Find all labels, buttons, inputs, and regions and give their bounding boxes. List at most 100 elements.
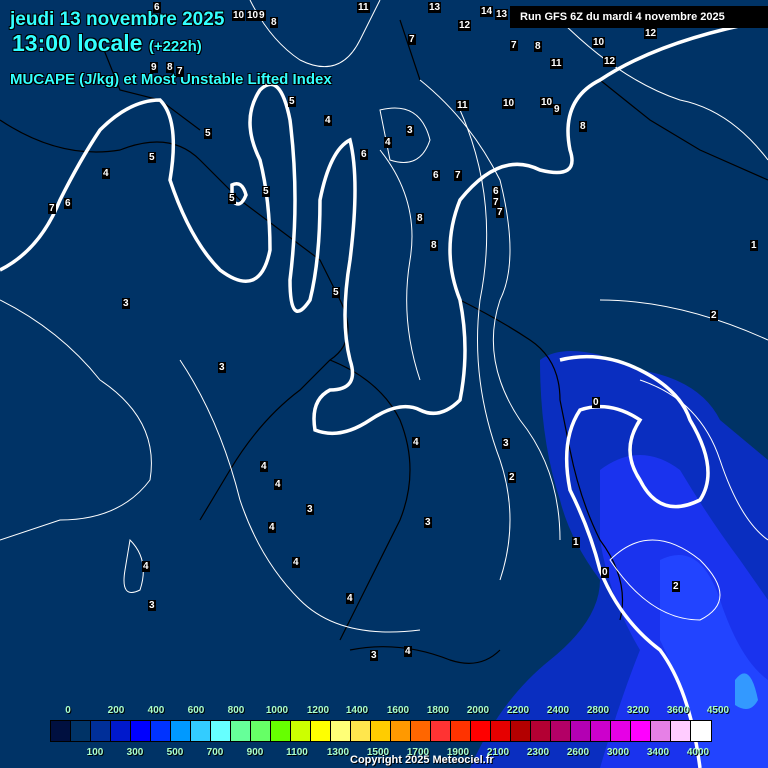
legend-label: 1000 (265, 705, 289, 716)
legend-label: 1400 (345, 705, 369, 716)
lifted-index-value: 7 (408, 34, 416, 45)
color-scale-legend (50, 720, 712, 742)
lifted-index-value: 5 (148, 152, 156, 163)
lifted-index-value: 3 (424, 517, 432, 528)
lifted-index-value: 13 (428, 2, 442, 13)
lifted-index-value: 3 (122, 298, 130, 309)
legend-swatch (691, 721, 711, 741)
legend-swatch (611, 721, 631, 741)
lifted-index-value: 6 (360, 149, 368, 160)
lifted-index-value: 5 (288, 96, 296, 107)
lifted-index-value: 9 (150, 62, 158, 73)
lifted-index-value: 5 (262, 186, 270, 197)
lifted-index-value: 11 (357, 2, 370, 13)
lifted-index-value: 7 (510, 40, 518, 51)
lifted-index-value: 7 (176, 66, 184, 77)
lifted-index-value: 8 (579, 121, 587, 132)
legend-swatch (291, 721, 311, 741)
lifted-index-value: 10 (592, 37, 606, 48)
legend-swatch (131, 721, 151, 741)
lifted-index-value: 6 (153, 2, 161, 13)
legend-swatch (431, 721, 451, 741)
lifted-index-value: 10 (540, 97, 554, 108)
legend-label: 800 (227, 705, 245, 716)
lifted-index-value: 3 (406, 125, 414, 136)
lifted-index-value: 0 (601, 567, 609, 578)
lifted-index-value: 13 (495, 9, 509, 20)
legend-swatch (571, 721, 591, 741)
legend-swatch (671, 721, 691, 741)
legend-label: 300 (126, 747, 144, 758)
lifted-index-value: 7 (48, 203, 56, 214)
legend-swatch (531, 721, 551, 741)
legend-label: 700 (206, 747, 224, 758)
lifted-index-value: 8 (270, 17, 278, 28)
lifted-index-value: 9 (553, 104, 561, 115)
lifted-index-value: 5 (332, 287, 340, 298)
lifted-index-value: 14 (480, 6, 494, 17)
legend-swatch (271, 721, 291, 741)
legend-label: 2800 (586, 705, 610, 716)
lifted-index-value: 4 (292, 557, 300, 568)
lifted-index-value: 4 (384, 137, 392, 148)
lifted-index-value: 8 (430, 240, 438, 251)
legend-label: 3200 (626, 705, 650, 716)
lifted-index-value: 8 (416, 213, 424, 224)
legend-label: 3600 (666, 705, 690, 716)
legend-label: 1600 (386, 705, 410, 716)
lifted-index-value: 10 (502, 98, 516, 109)
lifted-index-value: 1 (572, 537, 580, 548)
lifted-index-value: 3 (218, 362, 226, 373)
legend-swatch (471, 721, 491, 741)
legend-label: 2200 (506, 705, 530, 716)
run-info: Run GFS 6Z du mardi 4 novembre 2025 (510, 6, 768, 28)
lifted-index-value: 4 (346, 593, 354, 604)
lifted-index-value: 5 (228, 193, 236, 204)
legend-label: 100 (86, 747, 104, 758)
forecast-time: 13:00 locale (+222h) (12, 30, 202, 57)
legend-swatch (631, 721, 651, 741)
legend-swatch (51, 721, 71, 741)
lifted-index-value: 12 (603, 56, 617, 67)
forecast-offset: (+222h) (148, 38, 202, 55)
legend-swatch (351, 721, 371, 741)
legend-swatch (411, 721, 431, 741)
lifted-index-value: 6 (432, 170, 440, 181)
lifted-index-value: 2 (710, 310, 718, 321)
legend-swatch (71, 721, 91, 741)
legend-swatch (451, 721, 471, 741)
legend-label: 400 (147, 705, 165, 716)
lifted-index-value: 4 (142, 561, 150, 572)
lifted-index-value: 5 (204, 128, 212, 139)
lifted-index-value: 4 (324, 115, 332, 126)
lifted-index-value: 4 (412, 437, 420, 448)
lifted-index-value: 2 (672, 581, 680, 592)
legend-swatch (111, 721, 131, 741)
legend-label: 1800 (426, 705, 450, 716)
copyright: Copyright 2025 Meteociel.fr (350, 754, 494, 766)
legend-label: 1300 (326, 747, 350, 758)
lifted-index-value: 8 (166, 62, 174, 73)
legend-label: 600 (187, 705, 205, 716)
legend-label: 500 (166, 747, 184, 758)
legend-label: 0 (65, 705, 71, 716)
lifted-index-value: 3 (148, 600, 156, 611)
lifted-index-value: 7 (454, 170, 462, 181)
legend-swatch (191, 721, 211, 741)
lifted-index-value: 4 (260, 461, 268, 472)
lifted-index-value: 4 (404, 646, 412, 657)
lifted-index-value: 4 (102, 168, 110, 179)
lifted-index-value: 6 (64, 198, 72, 209)
legend-swatch (331, 721, 351, 741)
lifted-index-value: 6 (492, 186, 500, 197)
lifted-index-value: 4 (274, 479, 282, 490)
legend-label: 3000 (606, 747, 630, 758)
legend-label: 4500 (706, 705, 730, 716)
lifted-index-value: 3 (502, 438, 510, 449)
legend-label: 2600 (566, 747, 590, 758)
legend-swatch (251, 721, 271, 741)
legend-swatch (311, 721, 331, 741)
legend-label: 2400 (546, 705, 570, 716)
local-time: 13:00 locale (12, 30, 143, 56)
legend-swatch (491, 721, 511, 741)
